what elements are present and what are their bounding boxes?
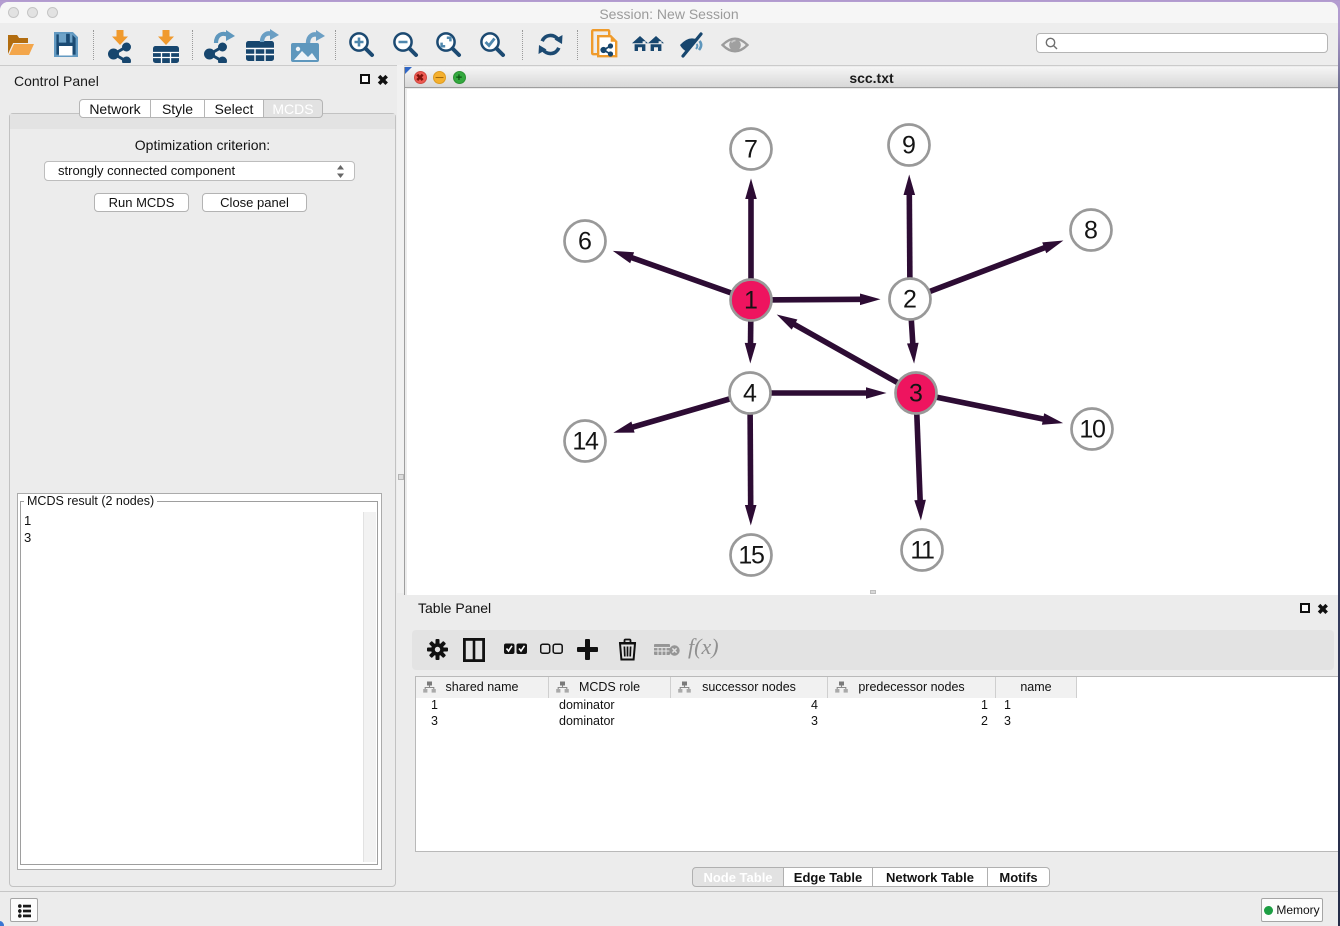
svg-text:14: 14 [572,428,599,456]
svg-text:10: 10 [1079,416,1105,444]
svg-text:2: 2 [903,286,917,314]
svg-text:4: 4 [743,380,757,408]
svg-text:7: 7 [744,136,758,164]
svg-text:11: 11 [910,537,934,565]
svg-text:3: 3 [909,380,923,408]
svg-text:6: 6 [578,228,592,256]
svg-text:15: 15 [738,542,764,570]
svg-text:8: 8 [1084,217,1098,245]
svg-text:1: 1 [744,287,758,315]
svg-text:9: 9 [902,132,916,160]
